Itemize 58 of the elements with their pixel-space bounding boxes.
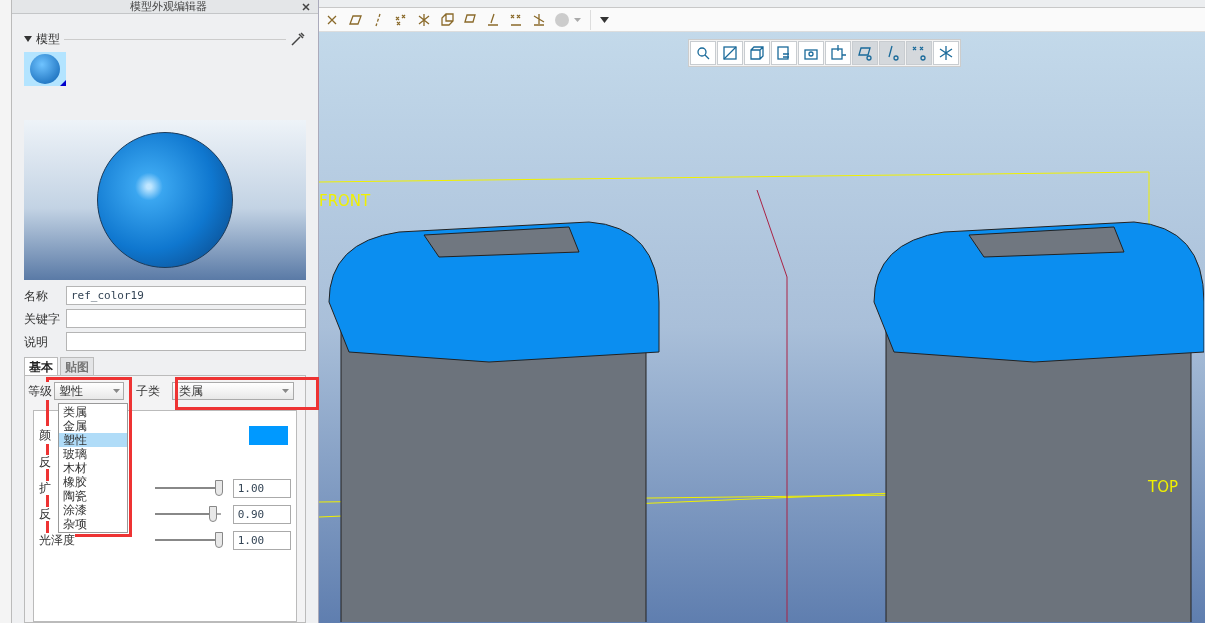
slider-track[interactable] [154,531,221,549]
property-label: 光泽度 [39,533,75,547]
value-field[interactable]: 1.00 [232,530,291,550]
overflow-caret-icon[interactable] [600,16,609,23]
dropdown-option[interactable]: 杂项 [59,517,127,531]
dropdown-option[interactable]: 金属 [59,419,127,433]
spin-center-icon[interactable] [825,41,851,65]
tab[interactable]: 贴图 [60,357,94,375]
field-label: 子类 [136,382,160,400]
dropdown-option[interactable]: 橡胶 [59,475,127,489]
eyedropper-icon[interactable] [290,31,306,47]
plane-eye-icon[interactable] [852,41,878,65]
axis-eye-icon[interactable] [879,41,905,65]
property-label: 扩 [39,481,51,495]
dropdown-option[interactable]: 涂漆 [59,503,127,517]
dropdown-option[interactable]: 陶瓷 [59,489,127,503]
datum-label: FRONT [319,191,371,212]
slider-track[interactable] [154,479,221,497]
zoom-icon[interactable] [690,41,716,65]
property-label: 颜 [39,426,51,444]
class-dropdown[interactable]: 塑性 [54,382,124,400]
appearance-thumbnail[interactable] [24,52,66,86]
field-label: 说明 [24,333,49,351]
property-label: 反 [39,455,51,469]
slider-thumb[interactable] [214,480,223,496]
dropdown-option[interactable]: 塑性 [59,433,127,447]
collapse-triangle-icon[interactable] [24,36,32,42]
display-style-icon[interactable] [771,41,797,65]
dropdown-option[interactable]: 玻璃 [59,447,127,461]
text-field[interactable]: ref_color19 [66,286,306,305]
slider-thumb[interactable] [208,506,217,522]
cube-icon[interactable] [744,41,770,65]
datum-label: TOP [1148,477,1178,498]
value-field[interactable]: 1.00 [232,478,291,498]
property-label: 反 [39,507,51,521]
caret-icon[interactable] [574,17,581,22]
section-header[interactable]: 模型 [36,30,60,48]
slider-track[interactable] [154,505,221,523]
value-field[interactable]: 0.90 [232,504,291,524]
panel-title: 模型外观编辑器 [130,0,207,13]
field-label: 名称 [24,287,49,305]
fit-icon[interactable] [717,41,743,65]
caret-icon [113,389,120,393]
tab[interactable]: 基本 [24,357,58,375]
dropdown-option[interactable]: 木材 [59,461,127,475]
text-field[interactable] [66,332,306,351]
point-eye-icon[interactable] [906,41,932,65]
color-swatch[interactable] [249,425,288,445]
text-field[interactable] [66,309,306,328]
caret-icon [282,389,289,393]
camera-icon[interactable] [798,41,824,65]
dropdown-option[interactable]: 类属 [59,405,127,419]
subclass-dropdown[interactable]: 类属 [172,382,294,400]
field-label: 关键字 [24,310,61,328]
close-icon[interactable] [302,2,310,11]
csys-eye-icon[interactable] [933,41,959,65]
slider-thumb[interactable] [214,532,223,548]
field-label: 等级 [28,382,54,400]
